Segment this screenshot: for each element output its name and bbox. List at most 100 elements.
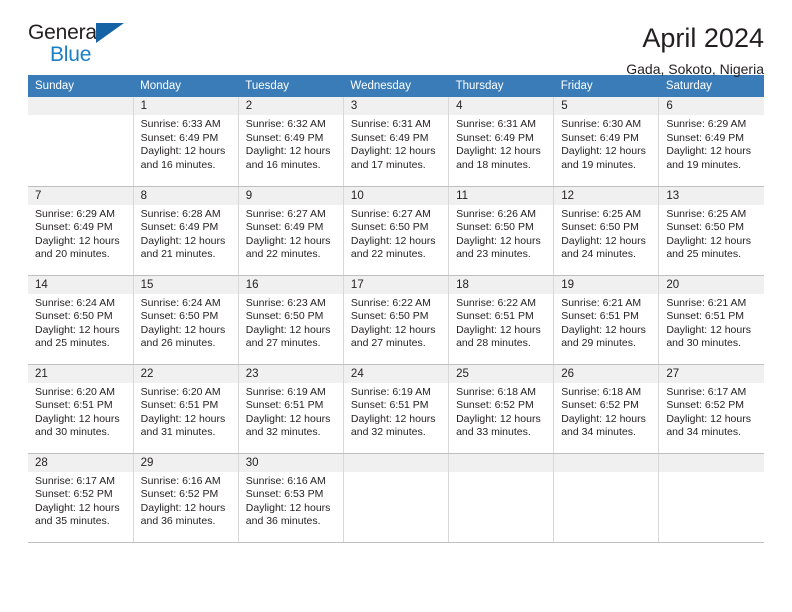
day-number: 11: [449, 186, 554, 205]
day-number: 29: [133, 453, 238, 472]
detail-daylight-2-text: and 36 minutes.: [140, 515, 216, 528]
day-details: Sunrise: 6:31 AM Sunset: 6:49 PM Daylight:…: [344, 115, 448, 172]
calendar-day-cell[interactable]: 12 Sunrise: 6:25 AM Sunset: 6:50 PM Dayligh…: [553, 185, 660, 276]
calendar-week-row: 28 Sunrise: 6:17 AM Sunset: 6:52 PM Dayligh…: [28, 452, 764, 543]
detail-daylight-2-text: and 28 minutes.: [456, 337, 531, 350]
day-details: Sunrise: 6:16 AM Sunset: 6:53 PM Daylight:…: [239, 472, 343, 529]
detail-sunrise-text: Sunrise: 6:18 AM: [456, 385, 537, 398]
detail-sunset-text: Sunset: 6:49 PM: [350, 131, 429, 144]
calendar-day-cell[interactable]: 3 Sunrise: 6:31 AM Sunset: 6:49 PM Daylight…: [343, 97, 450, 187]
brand-name-general: General: [28, 21, 102, 44]
detail-daylight-1-text: Daylight: 12 hours: [456, 323, 541, 336]
detail-daylight-1-text: Daylight: 12 hours: [350, 412, 436, 425]
calendar-day-cell[interactable]: 14 Sunrise: 6:24 AM Sunset: 6:50 PM Dayligh…: [28, 274, 134, 365]
calendar-day-cell[interactable]: 4 Sunrise: 6:31 AM Sunset: 6:49 PM Daylight…: [448, 97, 555, 187]
day-details: Sunrise: 6:27 AM Sunset: 6:49 PM Daylight:…: [239, 205, 343, 262]
day-number: [449, 453, 554, 472]
detail-sunset-text: Sunset: 6:49 PM: [456, 131, 534, 144]
detail-daylight-2-text: and 19 minutes.: [561, 158, 636, 171]
detail-sunrise-text: Sunrise: 6:21 AM: [561, 296, 642, 309]
weekday-header-monday: Monday: [133, 75, 239, 97]
detail-daylight-2-text: and 30 minutes.: [666, 337, 742, 350]
calendar-day-cell[interactable]: 13 Sunrise: 6:25 AM Sunset: 6:50 PM Dayligh…: [658, 185, 764, 276]
calendar-day-cell[interactable]: 20 Sunrise: 6:21 AM Sunset: 6:51 PM Dayligh…: [658, 274, 764, 365]
day-number: 26: [554, 364, 659, 383]
calendar-day-cell[interactable]: 26 Sunrise: 6:18 AM Sunset: 6:52 PM Dayligh…: [553, 363, 660, 454]
detail-daylight-2-text: and 24 minutes.: [561, 248, 636, 261]
detail-sunrise-text: Sunrise: 6:20 AM: [140, 385, 221, 398]
brand-logo[interactable]: General Blue: [28, 22, 148, 74]
detail-sunrise-text: Sunrise: 6:21 AM: [666, 296, 747, 309]
detail-daylight-1-text: Daylight: 12 hours: [561, 145, 646, 158]
detail-daylight-1-text: Daylight: 12 hours: [35, 501, 120, 514]
weekday-header-sunday: Sunday: [28, 75, 134, 97]
weekday-header-saturday: Saturday: [658, 75, 764, 97]
detail-sunrise-text: Sunrise: 6:17 AM: [35, 474, 115, 487]
detail-daylight-2-text: and 23 minutes.: [456, 248, 531, 261]
calendar-day-cell[interactable]: 24 Sunrise: 6:19 AM Sunset: 6:51 PM Dayligh…: [343, 363, 450, 454]
day-number: 30: [238, 453, 343, 472]
detail-daylight-1-text: Daylight: 12 hours: [140, 323, 226, 336]
detail-sunrise-text: Sunrise: 6:28 AM: [140, 207, 221, 220]
detail-sunrise-text: Sunrise: 6:26 AM: [456, 207, 537, 220]
detail-daylight-2-text: and 17 minutes.: [350, 158, 426, 171]
detail-daylight-1-text: Daylight: 12 hours: [140, 145, 226, 158]
detail-daylight-2-text: and 34 minutes.: [666, 426, 742, 439]
calendar-day-cell[interactable]: 27 Sunrise: 6:17 AM Sunset: 6:52 PM Dayligh…: [658, 363, 764, 454]
detail-daylight-2-text: and 19 minutes.: [666, 158, 742, 171]
calendar-day-cell[interactable]: 8 Sunrise: 6:28 AM Sunset: 6:49 PM Daylight…: [133, 185, 239, 276]
calendar-day-cell[interactable]: 19 Sunrise: 6:21 AM Sunset: 6:51 PM Dayligh…: [553, 274, 660, 365]
detail-daylight-2-text: and 25 minutes.: [666, 248, 742, 261]
day-number: 22: [133, 364, 238, 383]
day-details: Sunrise: 6:22 AM Sunset: 6:50 PM Daylight:…: [344, 294, 448, 351]
day-number: 16: [238, 275, 343, 294]
detail-daylight-2-text: and 26 minutes.: [140, 337, 216, 350]
detail-daylight-2-text: and 25 minutes.: [35, 337, 110, 350]
detail-sunset-text: Sunset: 6:49 PM: [140, 131, 219, 144]
detail-sunset-text: Sunset: 6:51 PM: [245, 399, 324, 412]
day-number: 8: [133, 186, 238, 205]
day-number: [28, 97, 133, 115]
calendar-day-cell[interactable]: 10 Sunrise: 6:27 AM Sunset: 6:50 PM Dayligh…: [343, 185, 450, 276]
page-subtitle: Gada, Sokoto, Nigeria: [626, 61, 764, 78]
calendar-day-cell[interactable]: 25 Sunrise: 6:18 AM Sunset: 6:52 PM Dayligh…: [448, 363, 555, 454]
detail-daylight-1-text: Daylight: 12 hours: [350, 323, 436, 336]
calendar-day-cell[interactable]: 15 Sunrise: 6:24 AM Sunset: 6:50 PM Dayligh…: [133, 274, 239, 365]
calendar-week-row: 1 Sunrise: 6:33 AM Sunset: 6:49 PM Daylight…: [28, 97, 764, 187]
calendar-day-cell[interactable]: 29 Sunrise: 6:16 AM Sunset: 6:52 PM Dayligh…: [133, 452, 239, 543]
day-details: Sunrise: 6:29 AM Sunset: 6:49 PM Daylight:…: [28, 205, 133, 262]
detail-daylight-1-text: Daylight: 12 hours: [456, 234, 541, 247]
calendar-cell-empty: [448, 452, 555, 543]
calendar-day-cell[interactable]: 6 Sunrise: 6:29 AM Sunset: 6:49 PM Daylight…: [658, 97, 764, 187]
calendar-day-cell[interactable]: 22 Sunrise: 6:20 AM Sunset: 6:51 PM Dayligh…: [133, 363, 239, 454]
detail-sunset-text: Sunset: 6:52 PM: [35, 488, 113, 501]
calendar-day-cell[interactable]: 23 Sunrise: 6:19 AM Sunset: 6:51 PM Dayligh…: [238, 363, 344, 454]
day-details: Sunrise: 6:28 AM Sunset: 6:49 PM Daylight:…: [134, 205, 238, 262]
calendar-day-cell[interactable]: 9 Sunrise: 6:27 AM Sunset: 6:49 PM Daylight…: [238, 185, 344, 276]
detail-sunrise-text: Sunrise: 6:25 AM: [561, 207, 642, 220]
calendar-day-cell[interactable]: 30 Sunrise: 6:16 AM Sunset: 6:53 PM Dayligh…: [238, 452, 344, 543]
calendar-day-cell[interactable]: 28 Sunrise: 6:17 AM Sunset: 6:52 PM Dayligh…: [28, 452, 134, 543]
detail-daylight-1-text: Daylight: 12 hours: [245, 323, 331, 336]
calendar-day-cell[interactable]: 17 Sunrise: 6:22 AM Sunset: 6:50 PM Dayligh…: [343, 274, 450, 365]
day-number: 5: [554, 97, 659, 115]
calendar-day-cell[interactable]: 11 Sunrise: 6:26 AM Sunset: 6:50 PM Dayligh…: [448, 185, 555, 276]
detail-sunset-text: Sunset: 6:49 PM: [140, 221, 219, 234]
calendar-day-cell[interactable]: 7 Sunrise: 6:29 AM Sunset: 6:49 PM Daylight…: [28, 185, 134, 276]
calendar-day-cell[interactable]: 21 Sunrise: 6:20 AM Sunset: 6:51 PM Dayligh…: [28, 363, 134, 454]
calendar-day-cell[interactable]: 2 Sunrise: 6:32 AM Sunset: 6:49 PM Daylight…: [238, 97, 344, 187]
calendar-day-cell[interactable]: 1 Sunrise: 6:33 AM Sunset: 6:49 PM Daylight…: [133, 97, 239, 187]
day-details: Sunrise: 6:21 AM Sunset: 6:51 PM Daylight:…: [659, 294, 764, 351]
calendar-week-row: 14 Sunrise: 6:24 AM Sunset: 6:50 PM Dayligh…: [28, 274, 764, 365]
calendar-day-cell[interactable]: 16 Sunrise: 6:23 AM Sunset: 6:50 PM Dayligh…: [238, 274, 344, 365]
detail-daylight-2-text: and 29 minutes.: [561, 337, 636, 350]
day-number: 1: [133, 97, 238, 115]
day-number: [659, 453, 764, 472]
calendar-day-cell[interactable]: 5 Sunrise: 6:30 AM Sunset: 6:49 PM Daylight…: [553, 97, 660, 187]
calendar-day-cell[interactable]: 18 Sunrise: 6:22 AM Sunset: 6:51 PM Dayligh…: [448, 274, 555, 365]
weekday-header-wednesday: Wednesday: [343, 75, 449, 97]
day-details: Sunrise: 6:25 AM Sunset: 6:50 PM Daylight:…: [659, 205, 764, 262]
brand-name-blue: Blue: [50, 43, 92, 66]
detail-daylight-1-text: Daylight: 12 hours: [666, 412, 751, 425]
detail-sunset-text: Sunset: 6:52 PM: [561, 399, 639, 412]
